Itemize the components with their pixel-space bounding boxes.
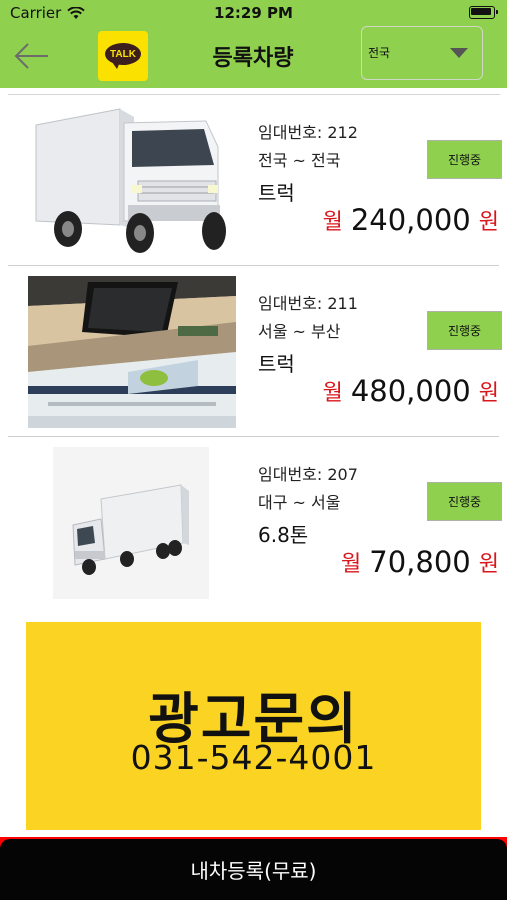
truck-photo: [28, 105, 236, 257]
truck-photo: [53, 447, 209, 599]
price-prefix: 월: [341, 552, 362, 577]
vehicle-type: 트럭: [258, 352, 295, 376]
chevron-down-icon: [450, 48, 468, 58]
status-bar: Carrier 12:29 PM: [0, 0, 507, 24]
arrow-left-icon: [14, 43, 48, 69]
price-suffix: 원: [478, 381, 499, 406]
price-suffix: 원: [478, 552, 499, 577]
ad-banner[interactable]: 광고문의 031-542-4001: [26, 622, 481, 830]
vehicle-list: 임대번호: 212 전국 ~ 전국 트럭 진행중 월 240,000 원 임대번…: [0, 95, 507, 608]
price-amount: 70,800: [369, 545, 471, 579]
battery-icon: [469, 6, 498, 19]
talk-bubble-tail: [112, 62, 120, 69]
vehicle-type: 트럭: [258, 181, 295, 205]
bottom-bar: 내차등록(무료): [0, 837, 507, 900]
list-item[interactable]: 임대번호: 211 서울 ~ 부산 트럭 진행중 월 480,000 원: [8, 266, 502, 437]
rental-number: 임대번호: 207: [258, 465, 358, 484]
price-suffix: 원: [478, 210, 499, 235]
price: 월 70,800 원: [341, 545, 499, 579]
price-prefix: 월: [322, 210, 343, 235]
status-button[interactable]: 진행중: [427, 140, 502, 179]
route: 전국 ~ 전국: [258, 151, 341, 170]
register-vehicle-button[interactable]: 내차등록(무료): [0, 839, 507, 900]
ad-area: 광고문의 031-542-4001: [0, 607, 507, 837]
price-amount: 480,000: [350, 374, 471, 408]
page-title: 등록차량: [212, 46, 294, 71]
list-item[interactable]: 임대번호: 207 대구 ~ 서울 6.8톤 진행중 월 70,800 원: [8, 437, 502, 608]
status-button[interactable]: 진행중: [427, 482, 502, 521]
status-button[interactable]: 진행중: [427, 311, 502, 350]
rental-number: 임대번호: 212: [258, 123, 358, 142]
route: 서울 ~ 부산: [258, 322, 341, 341]
vehicle-type: 6.8톤: [258, 523, 309, 547]
region-dropdown[interactable]: 전국: [361, 26, 483, 80]
talk-bubble: TALK: [105, 43, 141, 65]
price-prefix: 월: [322, 381, 343, 406]
ad-phone: 031-542-4001: [130, 738, 377, 777]
clock: 12:29 PM: [214, 4, 293, 22]
truck-photo: [28, 276, 236, 428]
region-dropdown-value: 전국: [368, 46, 391, 60]
nav-bar: TALK 등록차량 전국: [0, 24, 507, 88]
kakaotalk-logo[interactable]: TALK: [98, 31, 148, 81]
list-item[interactable]: 임대번호: 212 전국 ~ 전국 트럭 진행중 월 240,000 원: [8, 95, 502, 266]
price: 월 480,000 원: [323, 374, 499, 408]
back-button[interactable]: [12, 38, 52, 74]
rental-number: 임대번호: 211: [258, 294, 358, 313]
price: 월 240,000 원: [323, 203, 499, 237]
price-amount: 240,000: [350, 203, 471, 237]
route: 대구 ~ 서울: [258, 493, 341, 512]
